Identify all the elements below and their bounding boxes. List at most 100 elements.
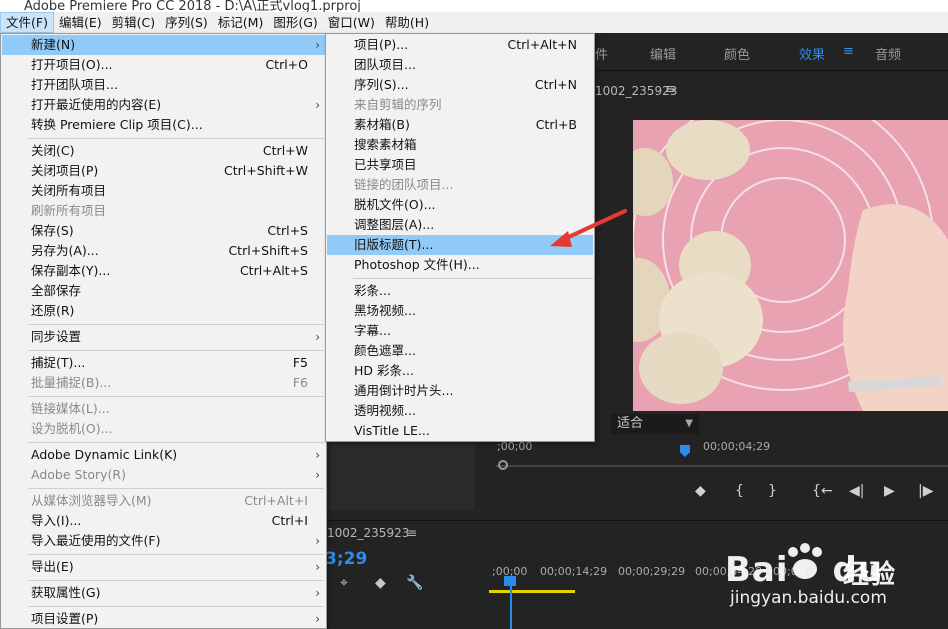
menu-separator [28, 488, 324, 489]
new-item-search-bin[interactable]: 搜索素材箱 [327, 135, 593, 155]
menu-item-new[interactable]: 新建(N) › [2, 35, 325, 55]
menu-edit[interactable]: 编辑(E) [54, 12, 107, 33]
menu-item-adobe-story: Adobe Story(R) › [2, 465, 325, 485]
menu-separator [28, 138, 324, 139]
new-item-countdown-leader[interactable]: 通用倒计时片头... [327, 381, 593, 401]
tab-workspace-partial[interactable]: 件 [595, 44, 608, 63]
menu-item-open-project[interactable]: 打开项目(O)... Ctrl+O [2, 55, 325, 75]
menu-separator [28, 350, 324, 351]
new-item-linked-team-project: 链接的团队项目... [354, 177, 454, 192]
menu-sequence[interactable]: 序列(S) [160, 12, 213, 33]
ruler-tick: 00;00;14;29 [540, 565, 608, 578]
menu-item-save-all[interactable]: 全部保存 [2, 281, 325, 301]
workspace-menu-icon[interactable]: ≡ [843, 44, 854, 59]
submenu-arrow-icon: › [315, 98, 320, 112]
new-item-project[interactable]: 项目(P)... Ctrl+Alt+N [327, 35, 593, 55]
fit-zoom-select[interactable]: 适合 ▼ [611, 414, 699, 434]
menu-item-batch-capture: 批量捕捉(B)... F6 [31, 375, 308, 390]
fit-zoom-value: 适合 [617, 416, 644, 431]
wrench-icon[interactable]: 🔧 [406, 575, 423, 591]
menu-item-save-copy[interactable]: 保存副本(Y)... Ctrl+Alt+S [2, 261, 325, 281]
menu-item-open-recent[interactable]: 打开最近使用的内容(E) › [2, 95, 325, 115]
menu-item-open-team-project[interactable]: 打开团队项目... [2, 75, 325, 95]
menu-help[interactable]: 帮助(H) [380, 12, 434, 33]
tab-effects[interactable]: 效果 [799, 44, 825, 63]
new-item-shared-project[interactable]: 已共享项目 [327, 155, 593, 175]
new-item-sequence[interactable]: 序列(S)... Ctrl+N [327, 75, 593, 95]
menu-item-close-project[interactable]: 关闭项目(P) Ctrl+Shift+W [2, 161, 325, 181]
menu-separator [353, 278, 593, 279]
title-bar: Adobe Premiere Pro CC 2018 - D:\A\正式vlog… [0, 0, 948, 12]
program-timecode-mid: 00;00;04;29 [703, 440, 771, 453]
paw-icon [788, 543, 822, 579]
snap-icon[interactable]: ⌖ [340, 575, 348, 591]
step-back-button[interactable]: ◀| [849, 483, 864, 499]
tab-color[interactable]: 颜色 [724, 44, 750, 63]
new-item-color-matte[interactable]: 颜色遮罩... [327, 341, 593, 361]
menu-item-sync-settings[interactable]: 同步设置 › [2, 327, 325, 347]
add-marker-button[interactable]: ◆ [695, 483, 706, 499]
window-title: Adobe Premiere Pro CC 2018 - D:\A\正式vlog… [24, 0, 361, 12]
new-item-bars-and-tone[interactable]: 彩条... [327, 281, 593, 301]
menu-item-save-as[interactable]: 另存为(A)... Ctrl+Shift+S [2, 241, 325, 261]
submenu-arrow-icon: › [315, 534, 320, 548]
play-button[interactable]: ▶ [884, 483, 895, 499]
menu-item-convert-clip[interactable]: 转换 Premiere Clip 项目(C)... [2, 115, 325, 135]
watermark-jingyan: 经验 [843, 560, 896, 590]
new-item-sequence-from-clip: 来自剪辑的序列 [354, 97, 442, 112]
menu-item-import-media-browser: 从媒体浏览器导入(M) Ctrl+Alt+I [31, 493, 308, 508]
menu-item-export[interactable]: 导出(E) › [2, 557, 325, 577]
mark-in-button[interactable]: { [735, 483, 744, 499]
go-to-in-button[interactable]: {← [812, 483, 833, 499]
new-item-hd-bars[interactable]: HD 彩条... [327, 361, 593, 381]
menu-clip[interactable]: 剪辑(C) [107, 12, 160, 33]
submenu-arrow-icon: › [315, 612, 320, 626]
new-item-team-project[interactable]: 团队项目... [327, 55, 593, 75]
tab-edit[interactable]: 编辑 [650, 44, 676, 63]
menu-separator [28, 442, 324, 443]
source-panel-strip [325, 440, 475, 510]
menu-item-capture[interactable]: 捕捉(T)... F5 [2, 353, 325, 373]
new-item-captions[interactable]: 字幕... [327, 321, 593, 341]
menu-item-refresh-all: 刷新所有项目 [31, 203, 107, 218]
mark-out-button[interactable]: } [768, 483, 777, 499]
menu-separator [28, 324, 324, 325]
work-area-bar[interactable] [489, 590, 575, 593]
new-item-transparent-video[interactable]: 透明视频... [327, 401, 593, 421]
menu-item-project-settings[interactable]: 项目设置(P) › [2, 609, 325, 629]
panel-menu-icon[interactable]: ≡ [665, 82, 676, 97]
timeline-menu-icon[interactable]: ≡ [407, 526, 417, 540]
step-forward-button[interactable]: |▶ [918, 483, 933, 499]
submenu-arrow-icon: › [315, 448, 320, 462]
timeline-playhead[interactable] [510, 578, 512, 629]
new-item-black-video[interactable]: 黑场视频... [327, 301, 593, 321]
tab-audio[interactable]: 音频 [875, 44, 901, 63]
menu-graphics[interactable]: 图形(G) [268, 12, 322, 33]
menu-separator [28, 580, 324, 581]
marker-icon[interactable]: ◆ [375, 575, 386, 591]
menu-item-dynamic-link[interactable]: Adobe Dynamic Link(K) › [2, 445, 325, 465]
program-scrub-bar[interactable] [496, 465, 948, 467]
video-frame [633, 120, 948, 411]
new-item-bin[interactable]: 素材箱(B) Ctrl+B [327, 115, 593, 135]
menu-item-import-recent[interactable]: 导入最近使用的文件(F) › [2, 531, 325, 551]
submenu-arrow-icon: › [315, 468, 320, 482]
new-item-photoshop-file[interactable]: Photoshop 文件(H)... [327, 255, 593, 275]
menu-item-close-all[interactable]: 关闭所有项目 [2, 181, 325, 201]
timeline-sequence-name[interactable]: 1002_235923 [327, 526, 409, 540]
menu-file[interactable]: 文件(F) [0, 12, 54, 33]
annotation-arrow-icon [550, 209, 627, 247]
timeline-timecode[interactable]: 3;29 [325, 549, 367, 569]
program-monitor-header: 1002_235923 ≡ [595, 80, 948, 102]
menu-window[interactable]: 窗口(W) [323, 12, 380, 33]
menu-marker[interactable]: 标记(M) [213, 12, 269, 33]
menu-item-revert[interactable]: 还原(R) [2, 301, 325, 321]
file-menu: 新建(N) › 打开项目(O)... Ctrl+O 打开团队项目... 打开最近使用… [0, 33, 327, 629]
baidu-watermark: Bai du 经验 jingyan.baidu.com [725, 540, 948, 629]
menu-item-save[interactable]: 保存(S) Ctrl+S [2, 221, 325, 241]
menu-item-close[interactable]: 关闭(C) Ctrl+W [2, 141, 325, 161]
scrub-handle[interactable] [498, 460, 508, 470]
new-item-vistitle[interactable]: VisTitle LE... [327, 421, 593, 441]
menu-item-import[interactable]: 导入(I)... Ctrl+I [2, 511, 325, 531]
menu-item-get-properties[interactable]: 获取属性(G) › [2, 583, 325, 603]
